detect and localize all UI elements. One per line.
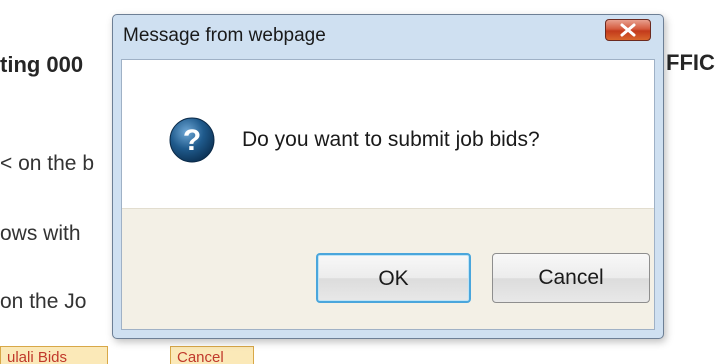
dialog-message: Do you want to submit job bids? (242, 128, 540, 151)
page-heading-left: ting 000 (0, 52, 84, 77)
page-instruction-line-2: ows with (0, 222, 81, 245)
close-icon (620, 23, 636, 37)
webpage-background: ting 000 FFIC < on the b ows with on the… (0, 0, 721, 364)
message-dialog: Message from webpage ? Do you want to su… (112, 14, 664, 339)
cancel-button[interactable]: Cancel (492, 253, 650, 303)
dialog-button-area: OK Cancel (122, 208, 654, 329)
dialog-title: Message from webpage (123, 25, 326, 46)
dialog-close-button[interactable] (605, 19, 651, 41)
ok-button[interactable]: OK (316, 253, 471, 303)
page-instruction-line-3: on the Jo (0, 290, 87, 313)
dialog-body: ? Do you want to submit job bids? OK Can… (121, 59, 655, 330)
page-heading-right: FFIC (666, 50, 715, 75)
page-instruction-line-1: < on the b (0, 152, 94, 175)
svg-text:?: ? (183, 124, 201, 157)
question-icon: ? (169, 117, 215, 163)
page-cancel-button[interactable]: Cancel (170, 346, 254, 364)
dialog-titlebar[interactable]: Message from webpage (113, 15, 663, 59)
page-submit-bids-button[interactable]: ulali Bids (0, 346, 108, 364)
